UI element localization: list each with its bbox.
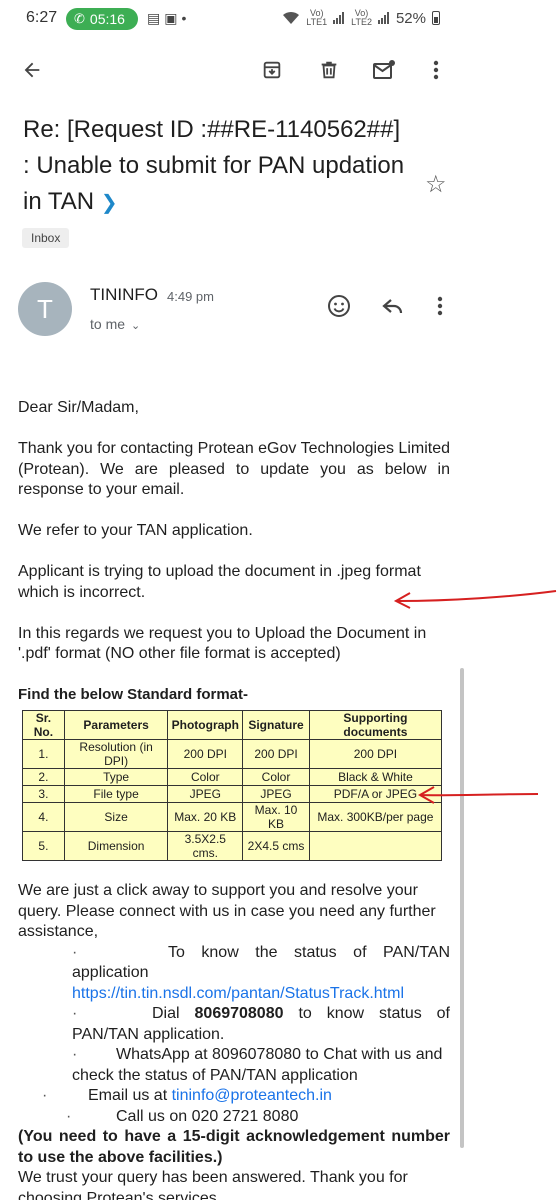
table-row: 3. File type JPEG JPEG PDF/A or JPEG xyxy=(22,784,443,803)
body-paragraph-request: In this regards we request you to Upload… xyxy=(18,624,427,663)
status-bar: 6:27 ✆ 05:16 ▤▣• Vo) LTE1 Vo) LTE2 52% xyxy=(0,0,466,36)
table-cell: 200 DPI xyxy=(308,738,443,769)
table-cell: Resolution (in DPI) xyxy=(63,738,169,769)
table-cell: 3.5X2.5 cms. xyxy=(167,830,244,861)
bullet-icon: · xyxy=(72,1046,78,1063)
table-cell: 2X4.5 cms xyxy=(242,830,310,861)
standard-format-table: Sr. No. Parameters Photograph Signature … xyxy=(22,709,443,861)
mark-unread-icon[interactable] xyxy=(370,56,398,84)
table-cell: 200 DPI xyxy=(242,738,310,769)
table-header-row: Sr. No. Parameters Photograph Signature … xyxy=(22,709,443,740)
table-row: 4. Size Max. 20 KB Max. 10 KB Max. 300KB… xyxy=(22,801,443,832)
table-cell: Color xyxy=(167,767,244,786)
list-item: · WhatsApp at 8096078080 to Chat with us… xyxy=(72,1046,443,1084)
dot-icon: • xyxy=(181,10,191,26)
status-time: 6:27 xyxy=(26,9,58,26)
more-vert-icon[interactable] xyxy=(422,56,450,84)
signal-lte1: Vo) LTE1 xyxy=(306,8,328,27)
table-cell xyxy=(308,830,443,861)
chevron-down-icon: ⌄ xyxy=(131,320,141,332)
table-header: Parameters xyxy=(63,709,169,740)
sent-time: 4:49 pm xyxy=(167,289,214,304)
reply-icon[interactable] xyxy=(379,292,407,320)
table-row: 1. Resolution (in DPI) 200 DPI 200 DPI 2… xyxy=(22,738,443,769)
list-item: · Dial 8069708080 to know status of PAN/… xyxy=(72,1005,451,1043)
gallery-icon: ▤ xyxy=(147,10,165,26)
recipient-details-toggle[interactable]: to me ⌄ xyxy=(90,316,140,332)
table-header: Supporting documents xyxy=(308,709,443,740)
table-cell: 1. xyxy=(22,738,65,769)
back-arrow-icon[interactable] xyxy=(18,56,46,84)
star-icon[interactable]: ☆ xyxy=(425,170,447,199)
delete-icon[interactable] xyxy=(315,56,343,84)
importance-marker-icon: ❯ xyxy=(100,192,118,214)
bullet-icon: · xyxy=(72,943,78,961)
table-cell: Type xyxy=(63,767,169,786)
table-cell: JPEG xyxy=(242,784,310,803)
phone-icon: ✆ xyxy=(74,11,85,26)
table-title: Find the below Standard format- xyxy=(18,686,249,703)
phone-number[interactable]: 8069708080 xyxy=(195,1005,284,1022)
list-item: · To know the status of PAN/TAN applicat… xyxy=(72,943,450,1002)
table-row: 2. Type Color Color Black & White xyxy=(22,767,443,786)
signal-bars-icon xyxy=(377,12,389,24)
inbox-label-chip[interactable]: Inbox xyxy=(22,228,70,248)
notification-icons: ▤▣• xyxy=(147,10,190,27)
email-link[interactable]: tininfo@proteantech.in xyxy=(172,1087,332,1104)
sender-name: TININFO xyxy=(90,285,158,304)
table-cell: File type xyxy=(63,784,169,803)
table-cell: Max. 10 KB xyxy=(242,801,310,832)
battery-percent: 52% xyxy=(395,9,426,27)
annotation-arrow-icon xyxy=(417,786,539,804)
table-cell: 3. xyxy=(22,784,65,803)
table-cell: 5. xyxy=(22,830,65,861)
system-indicators: Vo) LTE1 Vo) LTE2 52% xyxy=(282,9,440,27)
signal-bars-icon xyxy=(333,12,345,24)
table-row: 5. Dimension 3.5X2.5 cms. 2X4.5 cms xyxy=(22,830,443,861)
status-track-link[interactable]: https://tin.tin.nsdl.com/pantan/StatusTr… xyxy=(72,985,404,1002)
scrollbar[interactable] xyxy=(460,668,464,1148)
list-item: · Email us at tininfo@proteantech.in xyxy=(18,1086,450,1107)
table-cell: 200 DPI xyxy=(167,738,244,769)
greeting: Dear Sir/Madam, xyxy=(18,399,139,416)
table-cell: Color xyxy=(242,767,310,786)
call-timer: 05:16 xyxy=(89,11,125,27)
table-cell: 4. xyxy=(22,801,65,832)
table-cell: JPEG xyxy=(167,784,244,803)
wifi-icon xyxy=(283,11,300,24)
table-header: Signature xyxy=(242,709,310,740)
archive-icon[interactable] xyxy=(258,56,286,84)
closing-line: We trust your query has been answered. T… xyxy=(18,1169,408,1200)
table-cell: Dimension xyxy=(63,830,169,861)
sender-avatar[interactable]: T xyxy=(18,282,72,336)
ongoing-call-pill[interactable]: ✆ 05:16 xyxy=(66,8,138,30)
table-cell: 2. xyxy=(22,767,65,786)
body-paragraph-support: We are just a click away to support you … xyxy=(18,882,436,940)
email-body: Dear Sir/Madam, Thank you for contacting… xyxy=(18,398,450,1200)
table-header: Photograph xyxy=(167,709,244,740)
voicemail-icon: ▣ xyxy=(164,10,182,26)
table-header: Sr. No. xyxy=(22,709,65,740)
annotation-arrow-icon xyxy=(393,590,557,609)
list-item: · Call us on 020 2721 8080 xyxy=(18,1107,450,1128)
table-cell: Max. 20 KB xyxy=(167,801,244,832)
bullet-icon: · xyxy=(66,1107,72,1125)
bullet-icon: · xyxy=(72,1005,78,1022)
emoji-reaction-icon[interactable] xyxy=(325,292,353,320)
bullet-icon: · xyxy=(42,1087,48,1104)
body-paragraph-reference: We refer to your TAN application. xyxy=(18,522,253,539)
battery-icon xyxy=(432,11,440,25)
body-paragraph-issue: Applicant is trying to upload the docume… xyxy=(18,563,421,601)
email-toolbar xyxy=(0,48,466,92)
acknowledgement-note: (You need to have a 15-digit acknowledge… xyxy=(18,1128,450,1166)
email-subject: Re: [Request ID :##RE-1140562##] : Unabl… xyxy=(23,112,413,221)
message-more-icon[interactable] xyxy=(426,292,454,320)
body-paragraph-intro: Thank you for contacting Protean eGov Te… xyxy=(18,440,450,498)
signal-lte2: Vo) LTE2 xyxy=(351,8,372,27)
table-cell: Size xyxy=(63,801,169,832)
